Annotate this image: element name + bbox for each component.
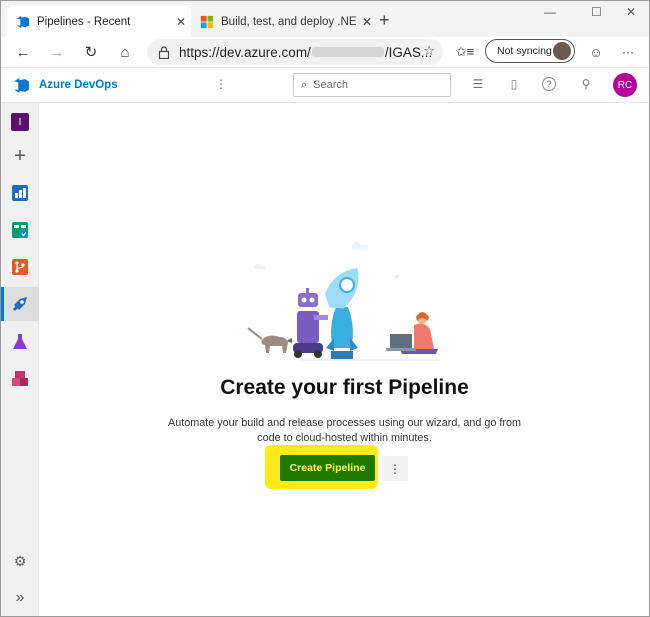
artifacts-glyph [12,371,28,386]
home-button[interactable]: ⌂ [114,41,136,63]
marketplace-bag-icon[interactable]: ▯ [506,77,522,93]
main-content: Create your first Pipeline Automate your… [40,103,649,616]
close-window-button[interactable]: ✕ [626,5,636,19]
address-bar[interactable]: https://dev.azure.com/ /IGAS... ☆ [147,39,443,65]
page-title: Create your first Pipeline [220,376,469,399]
lock-icon [158,45,170,59]
feedback-icon[interactable]: ☺ [585,41,607,63]
help-icon[interactable]: ? [542,77,556,91]
pipelines-glyph [13,297,27,311]
add-icon[interactable]: + [1,139,39,173]
overview-icon[interactable] [1,176,39,210]
test-plans-glyph [13,334,27,349]
search-icon: ⌕ [301,78,308,91]
tab-strip: Pipelines - Recent ✕ Build, test, and de… [1,1,649,37]
back-button[interactable]: ← [12,41,34,63]
browser-toolbar: ← → ↻ ⌂ https://dev.azure.com/ /IGAS... … [1,37,649,67]
pipelines-icon[interactable] [1,287,39,321]
tab-build-test-deploy[interactable]: Build, test, and deploy .NET Core ✕ [193,6,377,37]
pipeline-hero-illustration [247,242,440,361]
profile-avatar [553,42,571,60]
minimize-button[interactable]: — [544,5,556,19]
expand-nav-icon[interactable]: » [1,581,39,615]
tab-pipelines[interactable]: Pipelines - Recent ✕ [7,6,191,37]
browser-menu-button[interactable]: ··· [617,41,639,63]
azure-devops-logo[interactable] [13,77,30,94]
url-prefix: https://dev.azure.com/ [179,44,311,60]
project-initial: I [11,113,29,131]
brand-name[interactable]: Azure DevOps [39,79,118,91]
more-options-button[interactable]: ⋮ [382,456,408,481]
project-icon[interactable]: I [1,105,39,139]
tab-title: Pipelines - Recent [37,15,131,28]
browser-window: Pipelines - Recent ✕ Build, test, and de… [0,0,650,617]
user-avatar[interactable]: RC [613,73,637,97]
repos-glyph [12,259,28,275]
boards-glyph [12,222,28,238]
boards-icon[interactable] [1,213,39,247]
user-settings-icon[interactable]: ⚲ [578,77,594,93]
repos-icon[interactable] [1,250,39,284]
refresh-button[interactable]: ↻ [80,41,102,63]
redacted-org-name [311,47,384,57]
tab-title: Build, test, and deploy .NET Core [221,15,357,28]
page-description: Automate your build and release processe… [168,417,521,444]
maximize-button[interactable]: ☐ [591,5,602,19]
close-tab-icon[interactable]: ✕ [357,15,377,29]
microsoft-icon [200,15,214,28]
favorites-icon[interactable]: ✩≡ [454,41,476,63]
azure-devops-icon [16,15,30,28]
overview-glyph [12,185,28,201]
settings-gear-icon[interactable]: ⚙ [1,544,39,578]
list-icon[interactable]: ☰ [470,77,486,93]
left-nav-rail: I + ⚙ » [1,103,39,616]
create-pipeline-button[interactable]: Create Pipeline [280,455,375,481]
forward-button[interactable]: → [46,41,68,63]
header-more-icon[interactable]: ⋮ [215,77,227,91]
artifacts-icon[interactable] [1,362,39,396]
search-placeholder: Search [313,79,349,91]
favorite-star-icon[interactable]: ☆ [423,43,435,59]
search-input[interactable]: ⌕ Search [293,73,451,97]
sync-status-label: Not syncing [497,45,552,57]
profile-sync-button[interactable]: Not syncing [485,39,575,63]
new-tab-button[interactable]: + [379,10,390,31]
devops-header: Azure DevOps ⋮ ⌕ Search ☰ ▯ ? ⚲ RC [1,67,649,103]
test-plans-icon[interactable] [1,325,39,359]
close-tab-icon[interactable]: ✕ [171,15,191,29]
